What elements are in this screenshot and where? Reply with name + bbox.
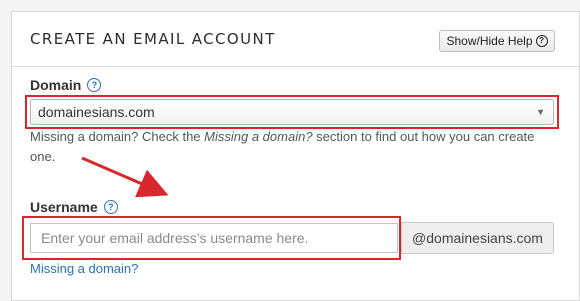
domain-selected-value: domainesians.com <box>38 104 155 120</box>
domain-hint-emphasis: Missing a domain? <box>204 129 313 144</box>
question-circle-icon: ? <box>535 35 548 47</box>
domain-hint-before: Missing a domain? Check the <box>30 129 205 144</box>
username-label: Username <box>30 199 98 215</box>
username-input[interactable] <box>30 223 398 253</box>
show-hide-help-button[interactable]: Show/Hide Help ? <box>439 30 555 52</box>
chevron-down-icon: ▼ <box>536 107 545 117</box>
panel-title: CREATE AN EMAIL ACCOUNT <box>30 30 276 48</box>
domain-help-icon[interactable]: ? <box>87 78 102 92</box>
show-hide-help-label: Show/Hide Help <box>446 34 533 48</box>
domain-suffix-addon: @domainesians.com <box>401 222 554 254</box>
username-help-icon[interactable]: ? <box>103 200 118 214</box>
domain-label: Domain <box>30 77 82 93</box>
username-label-row: Username ? <box>30 199 118 215</box>
domain-select[interactable]: domainesians.com ▼ <box>30 99 554 125</box>
domain-hint: Missing a domain? Check the Missing a do… <box>30 127 560 167</box>
domain-label-row: Domain ? <box>30 77 102 93</box>
panel-header: CREATE AN EMAIL ACCOUNT Show/Hide Help ? <box>12 12 580 67</box>
missing-domain-link[interactable]: Missing a domain? <box>30 261 138 276</box>
domain-suffix-text: @domainesians.com <box>412 230 543 246</box>
